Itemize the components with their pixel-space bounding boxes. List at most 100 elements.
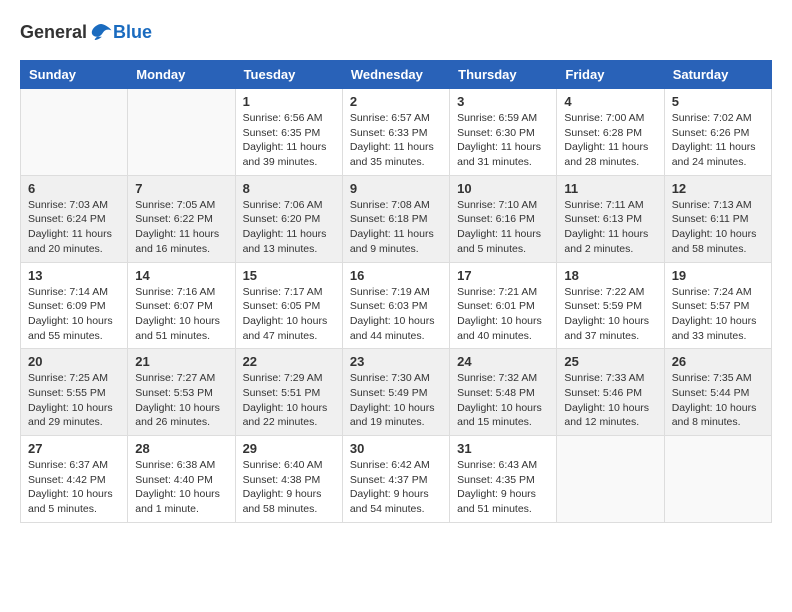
calendar-cell <box>557 436 664 523</box>
day-number: 18 <box>564 268 656 283</box>
day-number: 28 <box>135 441 227 456</box>
day-number: 7 <box>135 181 227 196</box>
day-info: Sunrise: 7:35 AM Sunset: 5:44 PM Dayligh… <box>672 371 764 430</box>
day-info: Sunrise: 6:56 AM Sunset: 6:35 PM Dayligh… <box>243 111 335 170</box>
day-info: Sunrise: 7:27 AM Sunset: 5:53 PM Dayligh… <box>135 371 227 430</box>
day-number: 11 <box>564 181 656 196</box>
day-info: Sunrise: 7:03 AM Sunset: 6:24 PM Dayligh… <box>28 198 120 257</box>
calendar-cell: 24 Sunrise: 7:32 AM Sunset: 5:48 PM Dayli… <box>450 349 557 436</box>
calendar-cell <box>21 89 128 176</box>
day-number: 2 <box>350 94 442 109</box>
calendar-cell: 28Sunrise: 6:38 AM Sunset: 4:40 PM Dayli… <box>128 436 235 523</box>
day-number: 14 <box>135 268 227 283</box>
calendar-cell: 17 Sunrise: 7:21 AM Sunset: 6:01 PM Dayli… <box>450 262 557 349</box>
calendar-cell: 26 Sunrise: 7:35 AM Sunset: 5:44 PM Dayli… <box>664 349 771 436</box>
logo-bird-icon <box>89 20 113 44</box>
day-number: 8 <box>243 181 335 196</box>
day-info: Sunrise: 7:24 AM Sunset: 5:57 PM Dayligh… <box>672 285 764 344</box>
day-info: Sunrise: 6:43 AM Sunset: 4:35 PM Dayligh… <box>457 458 549 517</box>
calendar-cell: 20 Sunrise: 7:25 AM Sunset: 5:55 PM Dayli… <box>21 349 128 436</box>
day-number: 5 <box>672 94 764 109</box>
day-number: 17 <box>457 268 549 283</box>
day-info: Sunrise: 7:16 AM Sunset: 6:07 PM Dayligh… <box>135 285 227 344</box>
day-number: 1 <box>243 94 335 109</box>
day-info: Sunrise: 7:11 AM Sunset: 6:13 PM Dayligh… <box>564 198 656 257</box>
page-header: General Blue <box>20 20 772 44</box>
day-info: Sunrise: 7:32 AM Sunset: 5:48 PM Dayligh… <box>457 371 549 430</box>
day-info: Sunrise: 7:25 AM Sunset: 5:55 PM Dayligh… <box>28 371 120 430</box>
day-info: Sunrise: 7:13 AM Sunset: 6:11 PM Dayligh… <box>672 198 764 257</box>
weekday-header-row: SundayMondayTuesdayWednesdayThursdayFrid… <box>21 61 772 89</box>
day-number: 19 <box>672 268 764 283</box>
day-number: 23 <box>350 354 442 369</box>
calendar-cell: 25 Sunrise: 7:33 AM Sunset: 5:46 PM Dayli… <box>557 349 664 436</box>
day-info: Sunrise: 7:06 AM Sunset: 6:20 PM Dayligh… <box>243 198 335 257</box>
calendar-cell: 29Sunrise: 6:40 AM Sunset: 4:38 PM Dayli… <box>235 436 342 523</box>
day-number: 4 <box>564 94 656 109</box>
calendar-cell: 5 Sunrise: 7:02 AM Sunset: 6:26 PM Daylig… <box>664 89 771 176</box>
logo-general-text: General <box>20 22 87 43</box>
day-info: Sunrise: 7:33 AM Sunset: 5:46 PM Dayligh… <box>564 371 656 430</box>
weekday-header-friday: Friday <box>557 61 664 89</box>
calendar-cell: 15 Sunrise: 7:17 AM Sunset: 6:05 PM Dayli… <box>235 262 342 349</box>
day-info: Sunrise: 7:21 AM Sunset: 6:01 PM Dayligh… <box>457 285 549 344</box>
weekday-header-saturday: Saturday <box>664 61 771 89</box>
logo: General Blue <box>20 20 152 44</box>
day-info: Sunrise: 6:42 AM Sunset: 4:37 PM Dayligh… <box>350 458 442 517</box>
day-number: 9 <box>350 181 442 196</box>
day-info: Sunrise: 7:17 AM Sunset: 6:05 PM Dayligh… <box>243 285 335 344</box>
calendar-week-row: 13Sunrise: 7:14 AM Sunset: 6:09 PM Dayli… <box>21 262 772 349</box>
day-info: Sunrise: 7:19 AM Sunset: 6:03 PM Dayligh… <box>350 285 442 344</box>
calendar-week-row: 1 Sunrise: 6:56 AM Sunset: 6:35 PM Daylig… <box>21 89 772 176</box>
calendar-cell: 22Sunrise: 7:29 AM Sunset: 5:51 PM Dayli… <box>235 349 342 436</box>
calendar-cell: 11 Sunrise: 7:11 AM Sunset: 6:13 PM Dayli… <box>557 175 664 262</box>
calendar-cell: 31 Sunrise: 6:43 AM Sunset: 4:35 PM Dayli… <box>450 436 557 523</box>
day-number: 10 <box>457 181 549 196</box>
weekday-header-thursday: Thursday <box>450 61 557 89</box>
calendar-cell: 10Sunrise: 7:10 AM Sunset: 6:16 PM Dayli… <box>450 175 557 262</box>
day-number: 25 <box>564 354 656 369</box>
calendar-cell: 9 Sunrise: 7:08 AM Sunset: 6:18 PM Daylig… <box>342 175 449 262</box>
calendar-cell: 8 Sunrise: 7:06 AM Sunset: 6:20 PM Daylig… <box>235 175 342 262</box>
calendar-cell: 3Sunrise: 6:59 AM Sunset: 6:30 PM Daylig… <box>450 89 557 176</box>
calendar-cell <box>664 436 771 523</box>
day-info: Sunrise: 7:08 AM Sunset: 6:18 PM Dayligh… <box>350 198 442 257</box>
day-number: 20 <box>28 354 120 369</box>
calendar-cell: 18 Sunrise: 7:22 AM Sunset: 5:59 PM Dayli… <box>557 262 664 349</box>
day-number: 15 <box>243 268 335 283</box>
day-number: 24 <box>457 354 549 369</box>
calendar-cell: 7 Sunrise: 7:05 AM Sunset: 6:22 PM Daylig… <box>128 175 235 262</box>
day-info: Sunrise: 6:37 AM Sunset: 4:42 PM Dayligh… <box>28 458 120 517</box>
day-info: Sunrise: 7:30 AM Sunset: 5:49 PM Dayligh… <box>350 371 442 430</box>
weekday-header-sunday: Sunday <box>21 61 128 89</box>
day-number: 31 <box>457 441 549 456</box>
day-info: Sunrise: 7:02 AM Sunset: 6:26 PM Dayligh… <box>672 111 764 170</box>
calendar-cell: 12 Sunrise: 7:13 AM Sunset: 6:11 PM Dayli… <box>664 175 771 262</box>
day-info: Sunrise: 7:29 AM Sunset: 5:51 PM Dayligh… <box>243 371 335 430</box>
day-number: 21 <box>135 354 227 369</box>
day-number: 29 <box>243 441 335 456</box>
calendar-cell: 4 Sunrise: 7:00 AM Sunset: 6:28 PM Daylig… <box>557 89 664 176</box>
calendar-cell: 2 Sunrise: 6:57 AM Sunset: 6:33 PM Daylig… <box>342 89 449 176</box>
calendar-cell: 27 Sunrise: 6:37 AM Sunset: 4:42 PM Dayli… <box>21 436 128 523</box>
calendar-cell: 21 Sunrise: 7:27 AM Sunset: 5:53 PM Dayli… <box>128 349 235 436</box>
day-info: Sunrise: 7:22 AM Sunset: 5:59 PM Dayligh… <box>564 285 656 344</box>
calendar-week-row: 20 Sunrise: 7:25 AM Sunset: 5:55 PM Dayli… <box>21 349 772 436</box>
day-info: Sunrise: 6:57 AM Sunset: 6:33 PM Dayligh… <box>350 111 442 170</box>
calendar-cell <box>128 89 235 176</box>
day-info: Sunrise: 7:00 AM Sunset: 6:28 PM Dayligh… <box>564 111 656 170</box>
day-info: Sunrise: 6:59 AM Sunset: 6:30 PM Dayligh… <box>457 111 549 170</box>
day-info: Sunrise: 7:05 AM Sunset: 6:22 PM Dayligh… <box>135 198 227 257</box>
day-number: 26 <box>672 354 764 369</box>
calendar-cell: 19 Sunrise: 7:24 AM Sunset: 5:57 PM Dayli… <box>664 262 771 349</box>
calendar-cell: 16Sunrise: 7:19 AM Sunset: 6:03 PM Dayli… <box>342 262 449 349</box>
weekday-header-tuesday: Tuesday <box>235 61 342 89</box>
calendar-week-row: 6Sunrise: 7:03 AM Sunset: 6:24 PM Daylig… <box>21 175 772 262</box>
day-number: 12 <box>672 181 764 196</box>
calendar-cell: 30Sunrise: 6:42 AM Sunset: 4:37 PM Dayli… <box>342 436 449 523</box>
calendar-table: SundayMondayTuesdayWednesdayThursdayFrid… <box>20 60 772 523</box>
day-number: 13 <box>28 268 120 283</box>
day-number: 27 <box>28 441 120 456</box>
calendar-cell: 23 Sunrise: 7:30 AM Sunset: 5:49 PM Dayli… <box>342 349 449 436</box>
logo-blue-text: Blue <box>113 22 152 43</box>
